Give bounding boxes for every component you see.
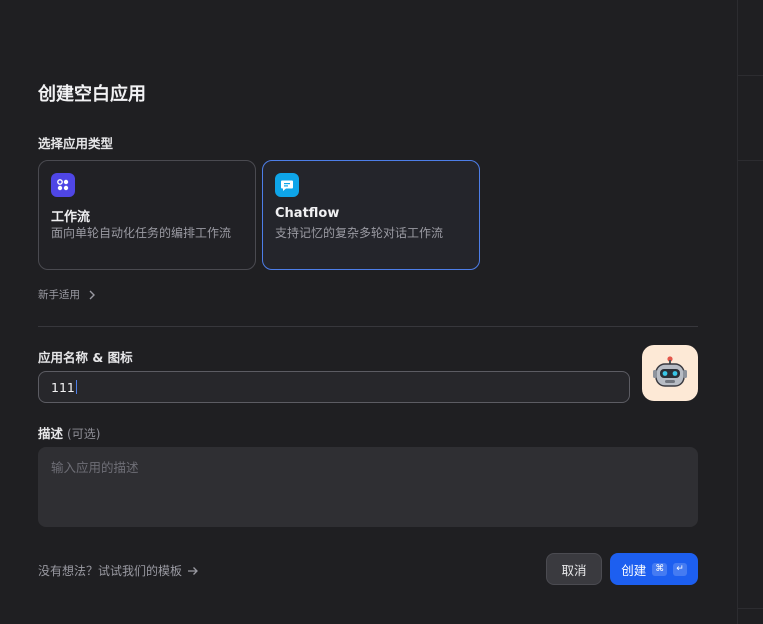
app-type-chatflow-card[interactable]: Chatflow 支持记忆的复杂多轮对话工作流 <box>262 160 480 270</box>
arrow-right-icon <box>188 566 198 575</box>
text-caret <box>75 380 77 394</box>
description-textarea[interactable]: 输入应用的描述 <box>38 447 698 527</box>
create-button[interactable]: 创建 ⌘ ↵ <box>610 553 698 585</box>
workflow-icon <box>51 173 75 197</box>
dialog-title: 创建空白应用 <box>38 84 146 105</box>
create-label: 创建 <box>621 562 647 578</box>
divider <box>38 326 698 327</box>
description-label-text: 描述 <box>38 426 64 441</box>
strip-divider <box>738 160 763 161</box>
enter-key-icon: ↵ <box>673 562 687 576</box>
chatflow-icon <box>275 173 299 197</box>
background-panel-strip <box>737 0 763 624</box>
try-templates-link[interactable]: 没有想法？试试我们的模板 <box>38 562 199 579</box>
app-name-value: 111 <box>51 379 75 395</box>
app-type-name: Chatflow <box>275 206 340 221</box>
robot-icon <box>653 356 687 387</box>
description-placeholder: 输入应用的描述 <box>51 460 139 475</box>
optional-tag: (可选) <box>67 427 101 441</box>
cancel-button[interactable]: 取消 <box>546 553 602 585</box>
strip-divider <box>738 75 763 76</box>
app-type-workflow-card[interactable]: 工作流 面向单轮自动化任务的编排工作流 <box>38 160 256 270</box>
beginner-label: 新手适用 <box>38 289 80 301</box>
command-key-icon: ⌘ <box>652 562 668 576</box>
app-type-label: 选择应用类型 <box>38 136 114 151</box>
description-label: 描述 (可选) <box>38 423 100 442</box>
app-icon-picker[interactable] <box>642 345 698 401</box>
app-type-description: 支持记忆的复杂多轮对话工作流 <box>275 226 444 240</box>
hint-text: 没有想法？试试我们的模板 <box>38 564 183 578</box>
chevron-right-icon <box>89 290 95 299</box>
create-app-dialog: 创建空白应用 选择应用类型 工作流 面向单轮自动化任务的编排工作流 Chatfl… <box>0 0 737 624</box>
app-type-description: 面向单轮自动化任务的编排工作流 <box>51 226 232 240</box>
beginner-toggle[interactable]: 新手适用 <box>38 287 96 302</box>
app-type-name: 工作流 <box>51 210 91 225</box>
app-name-input[interactable]: 111 <box>38 371 630 403</box>
app-name-label: 应用名称 & 图标 <box>38 350 133 365</box>
strip-divider <box>738 608 763 609</box>
